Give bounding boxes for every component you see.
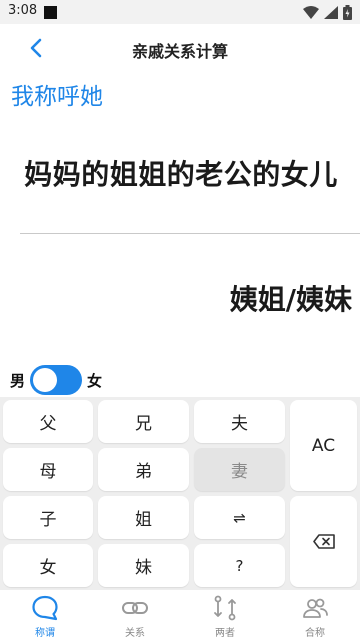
- signal-icon: [324, 5, 338, 19]
- gender-toggle[interactable]: [30, 365, 83, 395]
- status-time: 3:08: [8, 3, 38, 18]
- call-label: 我称呼她: [11, 84, 103, 110]
- key-older-sister[interactable]: 姐: [98, 496, 189, 539]
- key-question[interactable]: ?: [194, 544, 285, 587]
- page-title: 亲戚关系计算: [131, 42, 228, 61]
- gender-switch-row: 男 女: [10, 364, 102, 396]
- tab-combined[interactable]: 合称: [270, 590, 360, 640]
- key-younger-sister[interactable]: 妹: [98, 544, 189, 587]
- tab-label: 关系: [125, 628, 145, 639]
- relation-chain-text: 妈妈的姐姐的老公的女儿: [24, 158, 338, 191]
- gender-female-label: 女: [87, 371, 103, 390]
- key-clear[interactable]: AC: [290, 400, 357, 491]
- key-mother[interactable]: 母: [3, 448, 93, 491]
- tab-label: 合称: [305, 628, 325, 639]
- gender-male-label: 男: [10, 371, 26, 390]
- divider: [20, 233, 360, 234]
- key-son[interactable]: 子: [3, 496, 93, 539]
- result-text: 姨姐/姨妹: [229, 283, 352, 316]
- nav-bar: 亲戚关系计算: [0, 24, 360, 72]
- tab-label: 两者: [215, 628, 235, 639]
- key-husband[interactable]: 夫: [194, 400, 285, 443]
- key-younger-brother[interactable]: 弟: [98, 448, 189, 491]
- chat-bubble-icon: [31, 594, 59, 622]
- tab-relation[interactable]: 关系: [90, 590, 180, 640]
- keypad: 父 兄 夫 AC 母 弟 妻 子 姐 ⇌ 女 妹 ?: [0, 397, 360, 590]
- key-father[interactable]: 父: [3, 400, 93, 443]
- people-icon: [301, 594, 329, 622]
- backspace-icon: [312, 534, 335, 549]
- wifi-icon: [303, 5, 319, 19]
- status-icons: [303, 4, 352, 20]
- battery-icon: [343, 4, 352, 20]
- toggle-knob: [33, 368, 58, 392]
- status-bar: 3:08: [0, 0, 360, 24]
- key-wife[interactable]: 妻: [194, 448, 285, 491]
- tab-label: 称谓: [35, 628, 55, 639]
- notification-icon: [44, 6, 57, 19]
- tab-both[interactable]: 两者: [180, 590, 270, 640]
- link-icon: [121, 594, 149, 622]
- compare-arrows-icon: [211, 594, 239, 622]
- key-older-brother[interactable]: 兄: [98, 400, 189, 443]
- tab-bar: 称谓 关系 两者 合称: [0, 590, 360, 640]
- tab-appellation[interactable]: 称谓: [0, 590, 90, 640]
- key-daughter[interactable]: 女: [3, 544, 93, 587]
- key-swap[interactable]: ⇌: [194, 496, 285, 539]
- key-backspace[interactable]: [290, 496, 357, 587]
